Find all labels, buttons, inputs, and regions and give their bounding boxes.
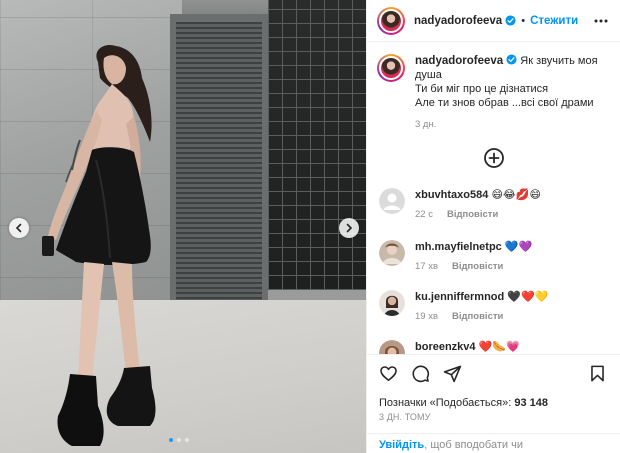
comment-time: 19 хв (415, 311, 439, 322)
caption-username[interactable]: nadyadorofeeva (415, 55, 503, 67)
carousel-dot[interactable] (177, 438, 181, 442)
heart-icon[interactable] (379, 364, 398, 383)
comment-username[interactable]: ku.jenniffermnod (415, 291, 504, 303)
comment-text: 😄😂💋😄 (491, 188, 541, 201)
follow-button[interactable]: Стежити (530, 15, 578, 27)
author-username[interactable]: nadyadorofeeva (414, 15, 502, 27)
comment-item: mh.mayfielnetpc 💙💜 17 хв Відповісти (377, 240, 613, 274)
comment-time: 22 с (415, 209, 433, 220)
post-header: nadyadorofeeva • Стежити (367, 0, 620, 42)
comment-list[interactable]: xbuvhtaxo584 😄😂💋😄 22 с Відповісти mh.may… (367, 182, 620, 354)
carousel-prev-button[interactable] (9, 218, 29, 238)
verified-badge-icon (505, 15, 516, 26)
post-actions: Позначки «Подобається»: 93 148 3 ДН. ТОМ… (367, 354, 620, 453)
commenter-avatar[interactable] (379, 240, 405, 266)
commenter-avatar[interactable] (379, 290, 405, 316)
author-avatar[interactable] (377, 6, 405, 35)
likes-count[interactable]: Позначки «Подобається»: 93 148 (379, 397, 548, 409)
verified-badge-icon (506, 54, 517, 65)
comment-text: 🖤❤️💛 (507, 290, 549, 303)
post-side-panel: nadyadorofeeva • Стежити nadyadorofeeva … (366, 0, 620, 453)
reply-button[interactable]: Відповісти (452, 310, 503, 324)
login-prompt: Увійдіть, щоб вподобати чи прокоментуват… (367, 433, 620, 453)
caption-timestamp: 3 дн. (415, 119, 437, 130)
bookmark-icon[interactable] (588, 364, 607, 383)
chevron-left-icon (15, 223, 22, 233)
carousel-dot[interactable] (169, 438, 173, 442)
post-timestamp: 3 ДН. ТОМУ (379, 412, 431, 422)
caption-line: Але ти знов обрав ...всі свої драми (415, 97, 594, 109)
photo-woman-figure (42, 44, 156, 446)
caption-line: Ти би міг про це дізнатися (415, 83, 549, 95)
comment-username[interactable]: mh.mayfielnetpc (415, 241, 502, 253)
more-options-icon[interactable] (593, 13, 609, 29)
reply-button[interactable]: Відповісти (452, 260, 503, 274)
login-link[interactable]: Увійдіть (379, 439, 424, 451)
comment-username[interactable]: boreenzkv4 (415, 341, 476, 353)
likes-number: 93 148 (514, 397, 548, 409)
comment-item: xbuvhtaxo584 😄😂💋😄 22 с Відповісти (377, 188, 613, 222)
author-avatar-image (379, 8, 403, 33)
reply-button[interactable]: Відповісти (447, 208, 498, 222)
commenter-avatar[interactable] (379, 340, 405, 354)
add-circle-icon[interactable] (483, 147, 505, 169)
carousel-indicator (169, 438, 189, 442)
share-icon[interactable] (443, 364, 462, 383)
post-photo (0, 0, 366, 453)
comment-icon[interactable] (411, 364, 430, 383)
carousel-dot[interactable] (185, 438, 189, 442)
comment-item: boreenzkv4 ❤️🌭💗 (377, 340, 613, 354)
caption-body: nadyadorofeeva Як звучить моя душа Ти би… (415, 54, 613, 132)
caption-author-avatar[interactable] (377, 54, 405, 82)
caption-author-avatar-image (379, 56, 403, 80)
chevron-right-icon (346, 223, 353, 233)
header-separator: • (521, 14, 526, 27)
likes-label: Позначки «Подобається»: (379, 397, 512, 409)
comment-text: ❤️🌭💗 (478, 340, 520, 353)
comment-time: 17 хв (415, 261, 439, 272)
comment-item: ku.jenniffermnod 🖤❤️💛 19 хв Відповісти (377, 290, 613, 324)
comment-username[interactable]: xbuvhtaxo584 (415, 189, 488, 201)
default-avatar[interactable] (379, 188, 405, 214)
post-caption: nadyadorofeeva Як звучить моя душа Ти би… (377, 54, 613, 132)
comment-text: 💙💜 (504, 240, 533, 253)
carousel-next-button[interactable] (339, 218, 359, 238)
